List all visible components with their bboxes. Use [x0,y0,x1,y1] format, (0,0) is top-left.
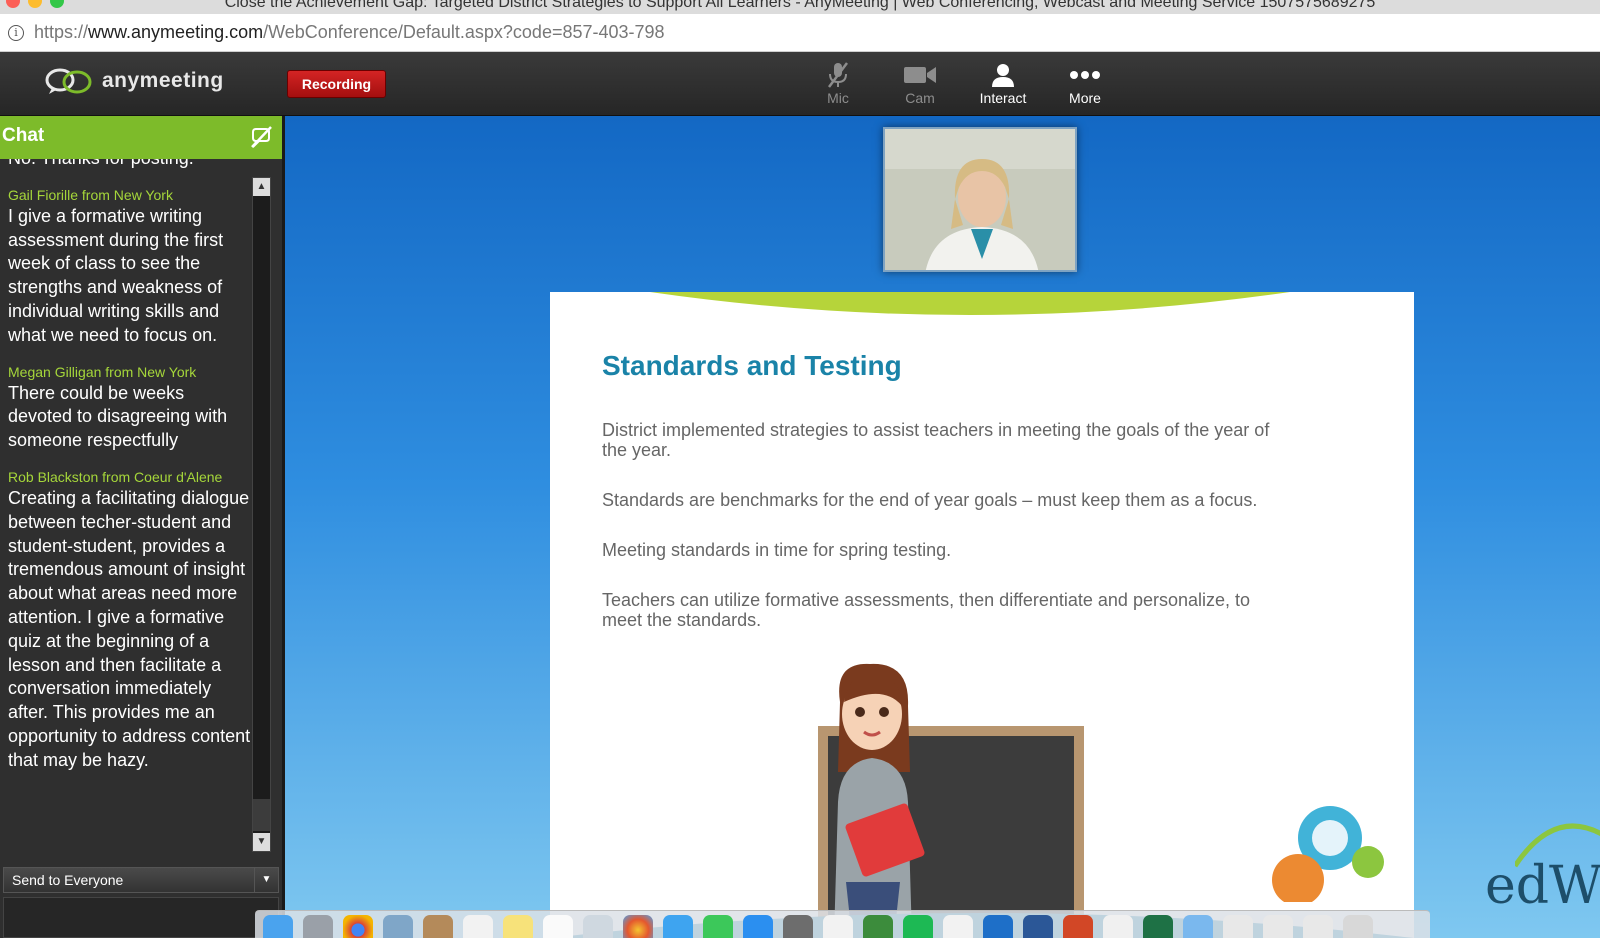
chat-messages[interactable]: No. Thanks for posting. Gail Fiorille fr… [0,159,252,859]
finder-icon[interactable] [263,915,293,938]
person-icon [992,64,1014,87]
word-icon[interactable] [1023,915,1053,938]
message-text: I give a formative writing assessment du… [8,205,224,345]
logo-text: anymeeting [102,69,224,92]
itunes-icon[interactable] [1103,915,1133,938]
url-prefix: https:// [34,22,89,42]
folder-icon[interactable] [1183,915,1213,938]
address-bar[interactable]: i https://www.anymeeting.com/WebConferen… [0,14,1600,52]
message-author: Gail Fiorille from New York [8,186,173,203]
scroll-down-icon[interactable]: ▼ [253,833,270,851]
info-icon[interactable]: i [8,24,24,41]
scroll-up-icon[interactable]: ▲ [253,178,270,196]
edweb-logo-swoosh [1515,823,1600,868]
chat-message: Megan Gilligan from New York There could… [0,362,252,453]
excel-icon[interactable] [1143,915,1173,938]
chat-scrollbar[interactable]: ▲ ▼ [252,177,271,852]
message-text: Creating a facilitating dialogue between… [8,487,251,770]
message-author: Megan Gilligan from New York [8,363,197,380]
url-text[interactable]: https://www.anymeeting.com/WebConference… [34,22,665,43]
more-label: More [1069,90,1101,106]
send-to-value: Send to Everyone [12,872,124,888]
send-to-select[interactable]: Send to Everyone ▼ [3,867,279,893]
macos-dock [255,910,1430,938]
cam-label: Cam [905,90,935,106]
presentation-slide: Standards and Testing District implement… [550,292,1414,938]
window-thumbnail[interactable] [1303,915,1333,938]
chat-input[interactable] [3,897,279,938]
camera-icon [904,67,936,83]
messages-icon[interactable] [663,915,693,938]
message-text: There could be weeks devoted to disagree… [8,382,228,451]
trash-icon[interactable] [1343,915,1373,938]
slide-title: Standards and Testing [602,350,902,381]
preview-icon[interactable] [383,915,413,938]
system-preferences-icon[interactable] [783,915,813,938]
scroll-thumb[interactable] [253,799,270,831]
chevron-down-icon: ▼ [254,868,278,892]
slide-top-swoosh [650,292,1290,315]
calendar-icon[interactable] [463,915,493,938]
anymeeting-logo: anymeeting [44,66,224,96]
notes-icon[interactable] [503,915,533,938]
reminders-icon[interactable] [543,915,573,938]
mic-muted-icon [828,62,848,88]
launchpad-icon[interactable] [303,915,333,938]
interact-button[interactable]: Interact [971,60,1035,110]
speech-bubbles-icon [45,68,92,94]
photos-icon[interactable] [623,915,653,938]
file-icon[interactable] [943,915,973,938]
chat-panel: Chat No. Thanks for posting. Gail Fioril… [0,116,285,938]
recording-button[interactable]: Recording [287,70,386,98]
window-thumbnail[interactable] [1223,915,1253,938]
url-path: /WebConference/Default.aspx?code=857-403… [263,22,665,42]
document-icon[interactable] [823,915,853,938]
cam-button[interactable]: Cam [888,60,952,110]
message-text: No. Thanks for posting. [8,159,252,171]
chrome-icon[interactable] [343,915,373,938]
edweb-badge-icon [1272,806,1384,902]
chat-message: Rob Blackston from Coeur d'Alene Creatin… [0,467,252,773]
more-dots-icon [1070,71,1100,79]
message-author: Rob Blackston from Coeur d'Alene [8,468,223,485]
keynote-icon[interactable] [583,915,613,938]
more-button[interactable]: More [1053,60,1117,110]
chat-message: No. Thanks for posting. [0,159,252,171]
url-host: www.anymeeting.com [88,22,264,42]
slide-bullet: Meeting standards in time for spring tes… [602,540,952,560]
slide-bullet: Standards are benchmarks for the end of … [602,490,1258,510]
mute-chat-icon[interactable] [250,126,272,148]
contacts-icon[interactable] [423,915,453,938]
meeting-toolbar: anymeeting Recording Mic Cam Interact Mo… [0,52,1600,116]
chat-message: Gail Fiorille from New York I give a for… [0,185,252,348]
window-titlebar: Close the Achievement Gap: Targeted Dist… [0,0,1600,14]
facetime-icon[interactable] [703,915,733,938]
window-title: Close the Achievement Gap: Targeted Dist… [224,0,1376,11]
mic-label: Mic [827,90,849,106]
chat-title: Chat [2,125,45,146]
xbox-icon[interactable] [863,915,893,938]
powerpoint-icon[interactable] [1063,915,1093,938]
teacher-chalkboard-illustration [818,663,1084,938]
app-store-icon[interactable] [743,915,773,938]
outlook-icon[interactable] [983,915,1013,938]
window-thumbnail[interactable] [1263,915,1293,938]
interact-label: Interact [979,90,1027,106]
slide-bullet: District implemented strategies to assis… [602,420,1270,460]
presenter-webcam[interactable] [883,127,1077,272]
mic-button[interactable]: Mic [806,60,870,110]
presenter-video-image [885,129,1075,270]
spotify-icon[interactable] [903,915,933,938]
slide-bullet: Teachers can utilize formative assessmen… [602,590,1251,630]
chat-header: Chat [0,116,282,159]
presentation-stage: Standards and Testing District implement… [285,116,1600,938]
slide-bullets: District implemented strategies to assis… [602,420,1282,660]
